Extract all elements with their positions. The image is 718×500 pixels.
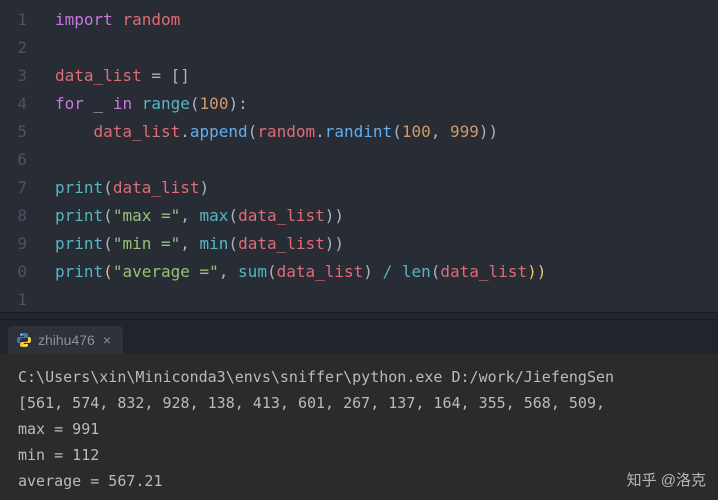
watermark: 知乎 @洛克	[627, 469, 706, 490]
line-number: 1	[0, 6, 27, 34]
line-number: 8	[0, 202, 27, 230]
line-number: 6	[0, 146, 27, 174]
terminal-line: min = 112	[18, 442, 718, 468]
line-number-gutter: 1 2 3 4 5 6 7 8 9 0 1	[0, 0, 35, 312]
code-line: print(data_list)	[55, 174, 718, 202]
terminal-tab-label: zhihu476	[38, 332, 95, 348]
terminal-output[interactable]: C:\Users\xin\Miniconda3\envs\sniffer\pyt…	[0, 354, 718, 500]
code-line	[55, 146, 718, 174]
python-icon	[16, 332, 32, 348]
terminal-line: [561, 574, 832, 928, 138, 413, 601, 267,…	[18, 390, 718, 416]
close-icon[interactable]: ×	[101, 332, 113, 348]
code-line: print("min =", min(data_list))	[55, 230, 718, 258]
code-editor[interactable]: 1 2 3 4 5 6 7 8 9 0 1 import random data…	[0, 0, 718, 312]
line-number: 1	[0, 286, 27, 314]
line-number: 3	[0, 62, 27, 90]
code-line: for _ in range(100):	[55, 90, 718, 118]
code-line: print("average =", sum(data_list) / len(…	[55, 258, 718, 286]
code-line: data_list.append(random.randint(100, 999…	[55, 118, 718, 146]
line-number: 0	[0, 258, 27, 286]
line-number: 2	[0, 34, 27, 62]
panel-divider[interactable]	[0, 312, 718, 320]
line-number: 9	[0, 230, 27, 258]
code-area[interactable]: import random data_list = []for _ in ran…	[35, 0, 718, 312]
terminal-tab[interactable]: zhihu476 ×	[8, 326, 123, 354]
terminal-line: max = 991	[18, 416, 718, 442]
code-line: data_list = []	[55, 62, 718, 90]
terminal-tab-bar: zhihu476 ×	[0, 320, 718, 354]
terminal-line: C:\Users\xin\Miniconda3\envs\sniffer\pyt…	[18, 364, 718, 390]
line-number: 4	[0, 90, 27, 118]
line-number: 7	[0, 174, 27, 202]
line-number: 5	[0, 118, 27, 146]
code-line	[55, 34, 718, 62]
code-line: import random	[55, 6, 718, 34]
terminal-line: average = 567.21	[18, 468, 718, 494]
code-line: print("max =", max(data_list))	[55, 202, 718, 230]
